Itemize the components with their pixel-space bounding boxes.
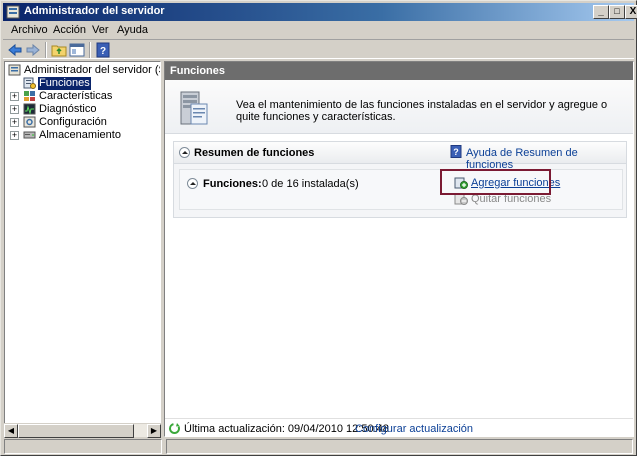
tree-item-label: Almacenamiento [39, 129, 121, 141]
features-icon [24, 91, 35, 101]
help-book-icon: ? [450, 145, 462, 158]
configure-refresh-link[interactable]: Configurar actualización [355, 423, 473, 435]
title-bar[interactable]: Administrador del servidor _ □ X [3, 3, 637, 21]
help-icon[interactable]: ? [95, 42, 111, 58]
scroll-right-icon[interactable]: ▶ [147, 424, 161, 438]
status-bar [3, 439, 634, 454]
menu-ver[interactable]: Ver [92, 24, 109, 36]
tree-item-configuracion[interactable]: + Configuración [5, 116, 160, 129]
menu-ayuda[interactable]: Ayuda [117, 24, 148, 36]
toolbar-separator [89, 42, 91, 58]
status-panel-right [166, 439, 633, 454]
up-folder-icon[interactable] [51, 42, 67, 58]
server-manager-app-icon [6, 5, 20, 19]
scroll-thumb[interactable] [18, 424, 134, 438]
navigation-tree: Administrador del servidor (SERVID Funci… [4, 61, 161, 437]
roles-label: Funciones: [203, 178, 262, 190]
refresh-status-row: Última actualización: 09/04/2010 12:50:4… [165, 418, 633, 436]
status-panel-left [4, 439, 162, 454]
intro-banner: Vea el mantenimiento de las funciones in… [165, 80, 633, 134]
tree-root[interactable]: Administrador del servidor (SERVID [5, 64, 160, 77]
roles-count: 0 de 16 instalada(s) [262, 178, 359, 190]
content-header: Funciones [165, 62, 633, 80]
server-roles-illustration-icon [180, 91, 208, 125]
roles-subsection: Funciones: 0 de 16 instalada(s) Agregar … [179, 169, 623, 210]
content-pane: Funciones Vea el mantenimiento de las fu… [164, 61, 634, 437]
tree-item-diagnostico[interactable]: + Diagnóstico [5, 103, 160, 116]
collapse-section-icon[interactable] [179, 147, 190, 158]
toolbar: ? [3, 39, 634, 59]
expand-plus-icon[interactable]: + [10, 105, 19, 114]
server-manager-window: Administrador del servidor _ □ X Archivo… [0, 0, 637, 456]
menu-accion[interactable]: Acción [53, 24, 86, 36]
menu-archivo[interactable]: Archivo [11, 24, 48, 36]
intro-text: Vea el mantenimiento de las funciones in… [236, 99, 608, 123]
expand-plus-icon[interactable]: + [10, 118, 19, 127]
roles-summary-section: Resumen de funciones ? Ayuda de Resumen … [173, 141, 627, 218]
tree-item-label: Diagnóstico [39, 103, 97, 115]
toolbar-separator [45, 42, 47, 58]
refresh-icon[interactable] [168, 422, 181, 435]
back-arrow-icon[interactable] [7, 42, 23, 58]
tree-item-caracteristicas[interactable]: + Características [5, 90, 160, 103]
forward-arrow-icon[interactable] [25, 42, 41, 58]
maximize-button[interactable]: □ [609, 5, 625, 19]
diagnostics-icon [23, 103, 36, 115]
scroll-left-icon[interactable]: ◀ [4, 424, 18, 438]
window-title: Administrador del servidor [24, 5, 165, 17]
server-manager-icon [8, 64, 21, 76]
highlight-annotation-box [440, 169, 551, 195]
tree-root-label: Administrador del servidor (SERVID [24, 64, 160, 76]
roles-summary-title: Resumen de funciones [194, 147, 315, 159]
close-button[interactable]: X [625, 5, 637, 19]
roles-icon [23, 77, 36, 89]
svg-text:?: ? [453, 147, 459, 157]
roles-summary-header: Resumen de funciones ? Ayuda de Resumen … [174, 142, 626, 171]
minimize-button[interactable]: _ [593, 5, 609, 19]
expand-plus-icon[interactable]: + [10, 92, 19, 101]
tree-horizontal-scrollbar[interactable]: ◀ ▶ [4, 423, 161, 438]
expand-plus-icon[interactable]: + [10, 131, 19, 140]
storage-icon [23, 131, 36, 139]
tree-item-label: Configuración [39, 116, 107, 128]
collapse-roles-icon[interactable] [187, 178, 198, 189]
menu-bar: Archivo Acción Ver Ayuda [3, 22, 634, 39]
roles-summary-help-link[interactable]: Ayuda de Resumen de funciones [466, 147, 626, 171]
show-hide-tree-icon[interactable] [69, 42, 85, 58]
tree-item-almacenamiento[interactable]: + Almacenamiento [5, 129, 160, 142]
configuration-icon [23, 116, 36, 128]
tree-item-label: Características [39, 90, 113, 102]
tree-item-label: Funciones [38, 77, 91, 90]
tree-item-funciones[interactable]: Funciones [5, 77, 160, 90]
svg-text:?: ? [100, 46, 106, 57]
